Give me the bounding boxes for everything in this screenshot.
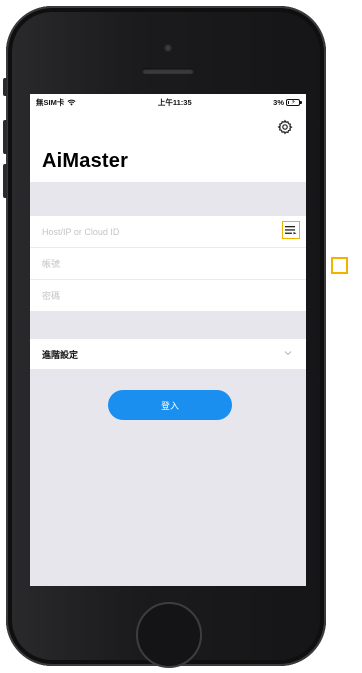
device-list-button[interactable] [282,221,300,239]
password-placeholder: 密碼 [42,291,61,301]
carrier-label: 無SIM卡 [36,97,65,107]
login-form: Host/IP or Cloud ID 帳號 密碼 [30,216,306,311]
gear-icon [277,119,293,135]
advanced-settings-row[interactable]: 進階設定 [30,339,306,369]
app-title: AiMaster [42,150,129,172]
stage: 無SIM卡 上午11:35 3% ⚡ AiMaster Host/IP or C… [0,0,362,673]
host-placeholder: Host/IP or Cloud ID [42,226,120,237]
volume-down-button [3,164,7,198]
status-bar: 無SIM卡 上午11:35 3% ⚡ [30,94,306,110]
status-time: 上午11:35 [157,97,192,107]
mute-switch [3,78,7,96]
password-field[interactable]: 密碼 [30,280,306,311]
settings-button[interactable] [276,118,294,136]
highlight-marker [331,257,348,274]
earpiece-speaker [142,68,194,74]
list-icon [285,226,297,235]
account-placeholder: 帳號 [42,259,61,269]
battery-indicator: 3% ⚡ [273,97,302,107]
wifi-icon [67,99,76,106]
login-button[interactable]: 登入 [108,390,232,420]
home-button[interactable] [136,602,202,668]
app-header: AiMaster [30,110,306,182]
host-field[interactable]: Host/IP or Cloud ID [30,216,306,248]
front-camera [164,44,172,52]
advanced-settings-label: 進階設定 [42,349,79,360]
chevron-down-icon [284,351,292,356]
app-screen: 無SIM卡 上午11:35 3% ⚡ AiMaster Host/IP or C… [30,94,306,586]
account-field[interactable]: 帳號 [30,248,306,280]
status-left: 無SIM卡 [36,97,76,108]
phone-frame: 無SIM卡 上午11:35 3% ⚡ AiMaster Host/IP or C… [3,6,326,668]
volume-up-button [3,120,7,154]
battery-icon: ⚡ [286,98,302,106]
battery-percent: 3% [273,97,284,107]
